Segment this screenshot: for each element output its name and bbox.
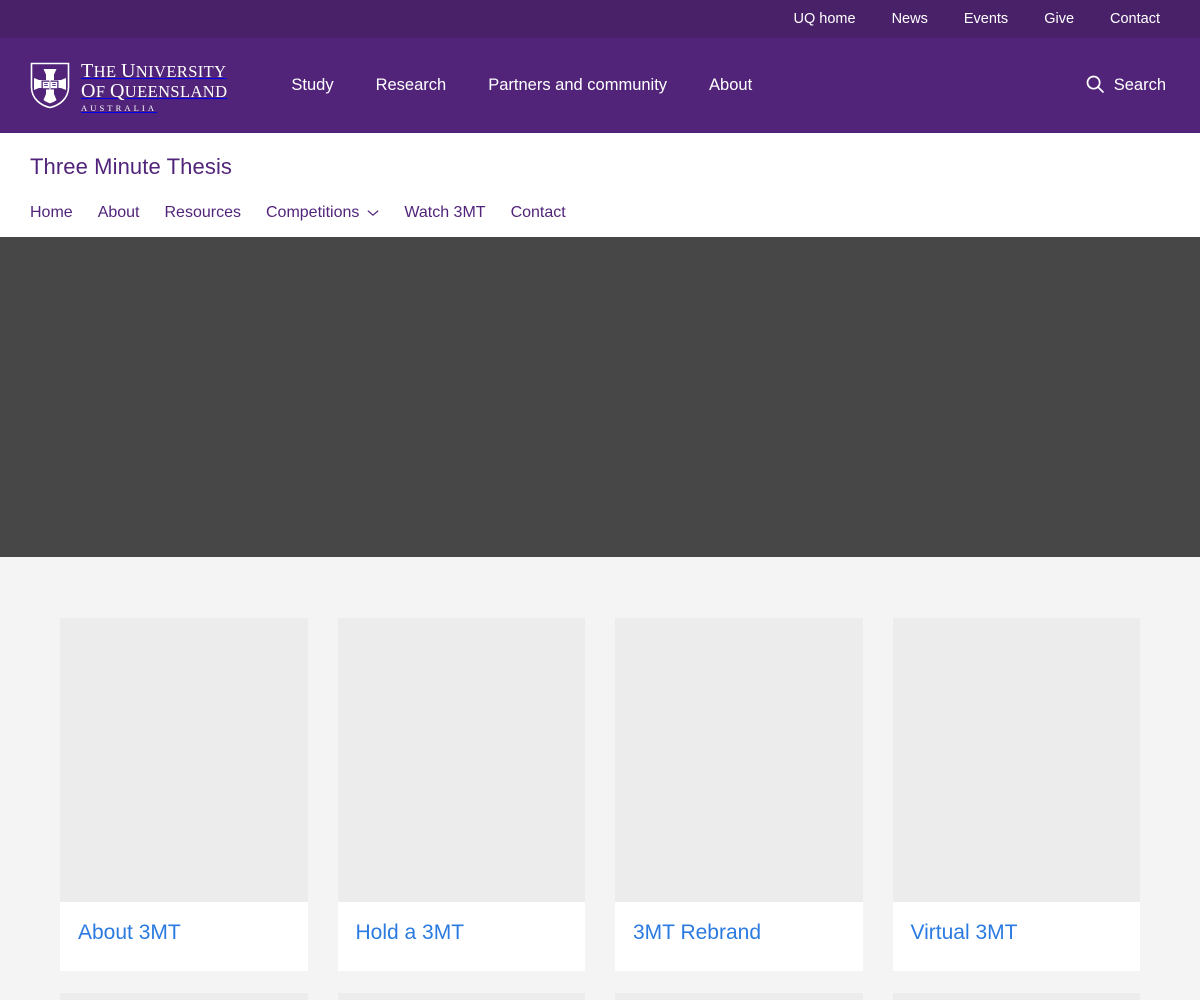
card-row2-item3[interactable]: [615, 993, 863, 1000]
card-body: Hold a 3MT: [338, 902, 586, 971]
utility-link-events[interactable]: Events: [964, 12, 1008, 27]
search-button[interactable]: Search: [1079, 70, 1172, 101]
card-thumbnail: [892, 993, 1140, 1000]
primary-nav-item-partners-and-community[interactable]: Partners and community: [467, 76, 688, 95]
primary-nav: Study Research Partners and community Ab…: [270, 76, 773, 95]
main-header: THE UNIVERSITY OF QUEENSLAND AUSTRALIA S…: [0, 38, 1200, 133]
site-band: Three Minute Thesis Home About Resources…: [0, 133, 1200, 237]
card-hold-a-3mt[interactable]: Hold a 3MT: [337, 618, 586, 972]
card-body: Virtual 3MT: [893, 902, 1141, 971]
sub-nav-label-competitions: Competitions: [265, 204, 360, 221]
card-row2-item2[interactable]: [337, 993, 585, 1000]
search-button-label: Search: [1113, 76, 1166, 94]
card-title-link[interactable]: About 3MT: [78, 920, 290, 945]
sub-nav-item-about[interactable]: About: [98, 200, 165, 226]
sub-nav-item-competitions[interactable]: Competitions: [266, 200, 404, 226]
uq-wordmark-line3: AUSTRALIA: [81, 102, 158, 113]
sub-nav-item-resources[interactable]: Resources: [165, 200, 266, 226]
utility-bar: UQ home News Events Give Contact: [0, 0, 1200, 38]
card-body: About 3MT: [60, 902, 308, 971]
primary-nav-item-about[interactable]: About: [688, 76, 773, 95]
card-title-link[interactable]: Hold a 3MT: [356, 920, 568, 945]
card-row2-item4[interactable]: [892, 993, 1140, 1000]
search-icon: [1085, 74, 1105, 97]
card-3mt-rebrand[interactable]: 3MT Rebrand: [615, 618, 863, 972]
card-thumbnail: [60, 618, 308, 902]
card-thumbnail: [615, 618, 863, 902]
utility-link-give[interactable]: Give: [1044, 12, 1074, 27]
utility-link-contact[interactable]: Contact: [1110, 12, 1160, 27]
sub-nav-label-contact: Contact: [510, 204, 566, 221]
card-thumbnail: [892, 618, 1140, 902]
uq-logo[interactable]: THE UNIVERSITY OF QUEENSLAND AUSTRALIA: [30, 59, 227, 112]
sub-nav-label-home: Home: [30, 204, 73, 221]
sub-nav-label-about: About: [97, 204, 140, 221]
sub-nav-item-watch-3mt[interactable]: Watch 3MT: [404, 200, 510, 226]
card-grid: About 3MT Hold a 3MT 3MT Rebrand Virtual…: [60, 618, 1140, 1000]
card-thumbnail: [60, 993, 308, 1000]
uq-wordmark: THE UNIVERSITY OF QUEENSLAND AUSTRALIA: [81, 59, 227, 112]
chevron-down-icon: [367, 209, 379, 217]
uq-wordmark-line2: OF QUEENSLAND: [81, 80, 228, 103]
uq-crest-icon: [30, 62, 70, 109]
utility-link-news[interactable]: News: [892, 12, 928, 27]
utility-link-uq-home[interactable]: UQ home: [794, 12, 856, 27]
page-title: Three Minute Thesis: [30, 154, 233, 179]
card-title-link[interactable]: 3MT Rebrand: [633, 920, 845, 945]
sub-nav-label-watch-3mt: Watch 3MT: [404, 204, 486, 221]
sub-nav-label-resources: Resources: [164, 204, 241, 221]
hero-banner: [0, 237, 1200, 557]
primary-nav-item-research[interactable]: Research: [355, 76, 468, 95]
card-row2-item1[interactable]: [60, 993, 308, 1000]
card-body: 3MT Rebrand: [615, 902, 863, 971]
card-title-link[interactable]: Virtual 3MT: [911, 920, 1123, 945]
card-thumbnail: [615, 993, 863, 1000]
card-thumbnail: [337, 993, 585, 1000]
card-about-3mt[interactable]: About 3MT: [60, 618, 308, 972]
sub-nav-item-contact[interactable]: Contact: [511, 200, 591, 226]
card-thumbnail: [337, 618, 585, 902]
uq-wordmark-line1: THE UNIVERSITY: [81, 59, 227, 82]
card-region: About 3MT Hold a 3MT 3MT Rebrand Virtual…: [0, 557, 1200, 1000]
sub-nav-item-home[interactable]: Home: [30, 200, 98, 226]
primary-nav-item-study[interactable]: Study: [270, 76, 354, 95]
secondary-nav: Home About Resources Competitions Watch …: [30, 200, 1170, 226]
card-virtual-3mt[interactable]: Virtual 3MT: [892, 618, 1141, 972]
